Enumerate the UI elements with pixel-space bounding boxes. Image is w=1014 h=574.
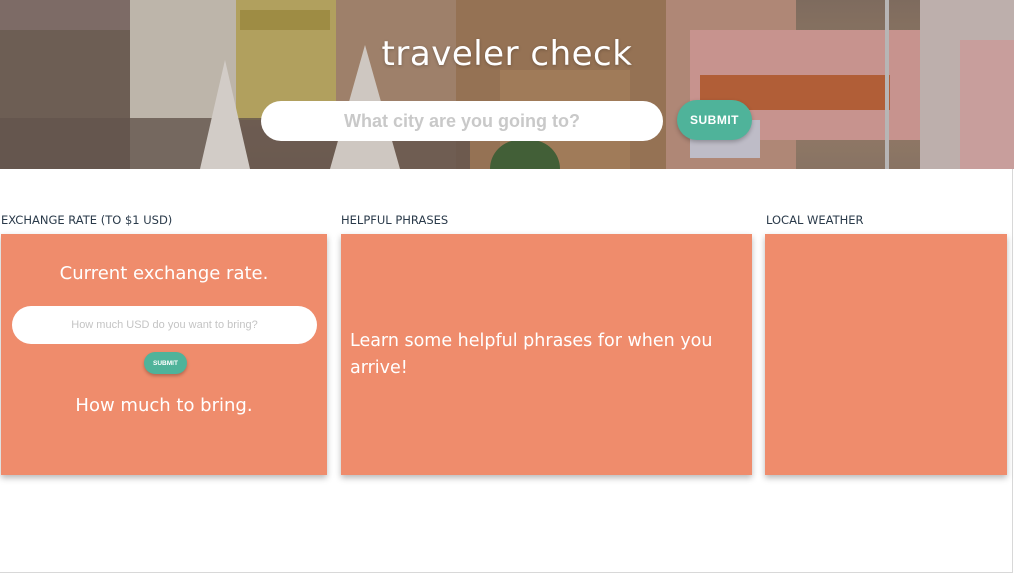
exchange-rate-label: EXCHANGE RATE (TO $1 USD): [1, 213, 173, 227]
exchange-result-text: How much to bring.: [75, 395, 253, 416]
exchange-rate-card: Current exchange rate. SUBMIT How much t…: [1, 234, 327, 475]
site-title: traveler check: [381, 34, 633, 74]
hero-banner: [0, 0, 1014, 169]
hero-shade-overlay: [0, 0, 1014, 169]
city-search-input[interactable]: [261, 101, 663, 141]
exchange-submit-button[interactable]: SUBMIT: [144, 352, 187, 374]
helpful-phrases-card: Learn some helpful phrases for when you …: [341, 234, 752, 475]
helpful-phrases-label: HELPFUL PHRASES: [341, 213, 449, 227]
city-submit-button[interactable]: SUBMIT: [677, 100, 752, 140]
exchange-rate-title: Current exchange rate.: [59, 263, 269, 284]
helpful-phrases-text: Learn some helpful phrases for when you …: [350, 331, 713, 378]
usd-amount-input[interactable]: [12, 306, 317, 344]
local-weather-card: [765, 234, 1007, 475]
local-weather-label: LOCAL WEATHER: [766, 213, 864, 227]
